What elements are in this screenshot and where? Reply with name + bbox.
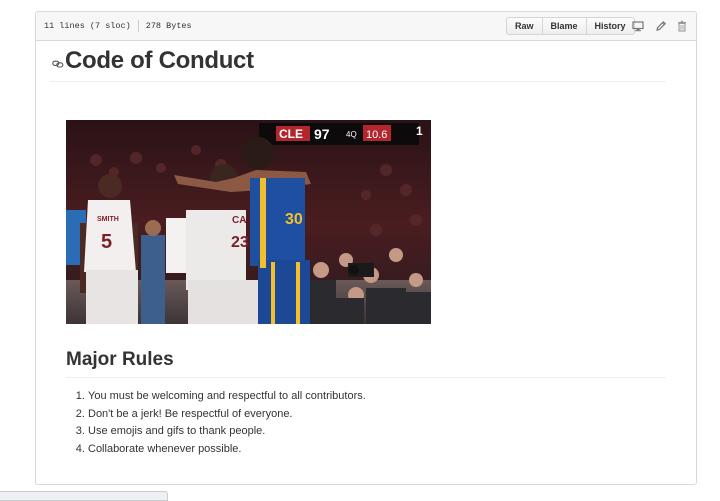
list-item: Don't be a jerk! Be respectful of everyo… xyxy=(88,406,366,424)
jersey-number: 5 xyxy=(101,231,112,253)
history-button[interactable]: History xyxy=(585,17,635,35)
blame-button[interactable]: Blame xyxy=(541,17,587,35)
svg-text:CA: CA xyxy=(232,215,246,226)
pencil-icon[interactable] xyxy=(655,20,667,32)
list-item: You must be welcoming and respectful to … xyxy=(88,388,366,406)
major-rules-heading-block: Major Rules xyxy=(66,346,666,378)
desktop-icon[interactable] xyxy=(632,20,644,32)
basketball-gif-image: CLE 97 4Q 10.6 1 SMITH 5 23 CA 30 xyxy=(66,120,431,324)
file-actions: Raw Blame History xyxy=(506,17,635,35)
list-item: Collaborate whenever possible. xyxy=(88,441,366,459)
scoreboard-score: 97 xyxy=(314,126,330,142)
jersey-number-2: 23 xyxy=(231,234,249,251)
file-size: 278 Bytes xyxy=(145,21,192,31)
svg-text:1: 1 xyxy=(416,124,423,138)
basketball-scene: CLE 97 4Q 10.6 1 SMITH 5 23 CA 30 xyxy=(66,120,431,324)
list-item: Use emojis and gifs to thank people. xyxy=(88,423,366,441)
trash-icon[interactable] xyxy=(676,20,688,32)
rules-list: You must be welcoming and respectful to … xyxy=(66,388,366,458)
anchor-link-icon[interactable] xyxy=(52,58,64,70)
file-viewer: 11 lines (7 sloc) 278 Bytes Raw Blame His… xyxy=(35,11,697,485)
browser-status-bar xyxy=(0,491,168,501)
scoreboard-clock: 10.6 xyxy=(366,129,387,141)
title-heading-block: Code of Conduct xyxy=(50,44,666,82)
page-title: Code of Conduct xyxy=(65,47,254,74)
file-info-divider xyxy=(137,19,139,32)
scoreboard-team: CLE xyxy=(279,127,303,141)
jersey-number-3: 30 xyxy=(285,211,303,228)
file-header: 11 lines (7 sloc) 278 Bytes Raw Blame His… xyxy=(36,12,696,41)
file-info: 11 lines (7 sloc) 278 Bytes xyxy=(44,12,192,40)
raw-button[interactable]: Raw xyxy=(506,17,543,35)
scoreboard-quarter: 4Q xyxy=(346,130,357,139)
line-count: 11 lines (7 sloc) xyxy=(44,21,131,31)
section-heading: Major Rules xyxy=(66,349,174,370)
jersey-name: SMITH xyxy=(97,216,119,223)
